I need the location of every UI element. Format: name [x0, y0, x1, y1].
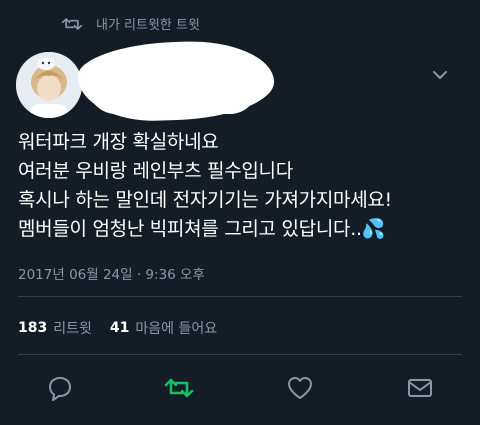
tweet-line: 혹시나 하는 말인데 전자기기는 가져가지마세요!	[18, 189, 392, 211]
tweet-timestamp[interactable]: 2017년 06월 24일 · 9:36 오후	[18, 263, 205, 283]
chevron-down-icon[interactable]	[432, 66, 448, 85]
tweet-line: 워터파크 개장 확실하네요	[18, 131, 219, 153]
tweet-text: 워터파크 개장 확실하네요 여러분 우비랑 레인부츠 필수입니다 혹시나 하는 …	[18, 128, 478, 244]
mail-icon	[408, 379, 432, 397]
retweet-button[interactable]	[163, 372, 195, 404]
avatar[interactable]	[16, 52, 82, 118]
like-button[interactable]	[284, 372, 316, 404]
retweet-count-label[interactable]: 리트윗	[53, 318, 92, 338]
like-count-label[interactable]: 마음에 들어요	[135, 318, 217, 338]
name-redaction	[88, 58, 258, 114]
retweet-count[interactable]: 183	[18, 320, 47, 336]
divider	[18, 354, 462, 355]
tweet-stats: 183 리트윗 41 마음에 들어요	[18, 318, 217, 338]
tweet-line: 멤버들이 엄청난 빅피쳐를 그리고 있답니다..💦	[18, 218, 386, 240]
direct-message-button[interactable]	[404, 372, 436, 404]
like-count[interactable]: 41	[110, 320, 129, 336]
divider	[18, 296, 462, 297]
retweet-context-label: 내가 리트윗한 트윗	[96, 18, 200, 33]
retweet-icon	[164, 378, 194, 398]
tweet-actions	[0, 372, 480, 408]
tweet-line: 여러분 우비랑 레인부츠 필수입니다	[18, 160, 293, 182]
reply-button[interactable]	[44, 372, 76, 404]
heart-icon	[288, 377, 312, 399]
retweet-icon	[62, 17, 82, 30]
reply-icon	[49, 377, 71, 401]
retweet-context: 내가 리트윗한 트윗	[62, 14, 200, 33]
